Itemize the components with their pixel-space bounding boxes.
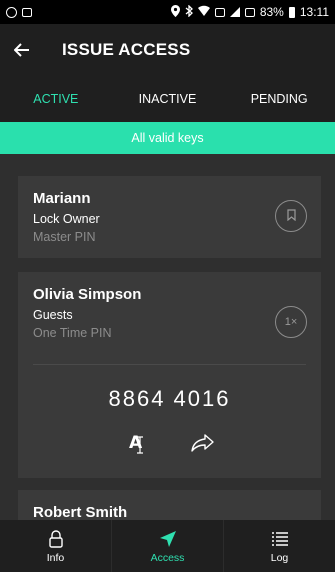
key-holder-role: Guests: [33, 308, 73, 322]
status-bar: 83% 13:11: [0, 0, 335, 24]
divider: [33, 364, 306, 365]
message-icon: [22, 7, 32, 17]
key-holder-name: Olivia Simpson: [33, 286, 142, 303]
pin-code: 8864 4016: [108, 386, 231, 411]
pin-type: One Time PIN: [33, 326, 112, 340]
tab-bar: ACTIVE INACTIVE PENDING: [0, 76, 335, 122]
usage-count: 1×: [284, 316, 298, 328]
signal-2-icon: [244, 7, 255, 17]
bookmark-icon: [286, 208, 296, 224]
usage-count-badge[interactable]: 1×: [275, 306, 307, 338]
battery-icon: [288, 6, 295, 18]
share-icon[interactable]: [190, 430, 216, 456]
pin-type: Master PIN: [33, 230, 96, 244]
filter-banner: All valid keys: [0, 122, 335, 154]
whatsapp-icon: [6, 6, 17, 18]
nav-info[interactable]: Info: [0, 520, 111, 572]
key-holder-name: Robert Smith: [33, 504, 128, 521]
sim-icon: [214, 7, 225, 17]
list-icon: [271, 529, 288, 549]
tab-pending[interactable]: PENDING: [223, 92, 335, 106]
location-icon: [170, 4, 180, 20]
tab-inactive[interactable]: INACTIVE: [112, 92, 224, 106]
app-bar: ISSUE ACCESS: [0, 24, 335, 76]
nav-label: Log: [270, 551, 289, 564]
key-card-mariann[interactable]: Mariann Lock Owner Master PIN: [18, 176, 321, 258]
key-holder-role: Lock Owner: [33, 212, 100, 226]
bookmark-button[interactable]: [275, 200, 307, 232]
page-title: ISSUE ACCESS: [62, 40, 191, 59]
bottom-navigation: Info Access Log: [0, 520, 335, 572]
key-holder-name: Mariann: [33, 190, 91, 207]
bluetooth-icon: [185, 3, 193, 20]
key-card-olivia-simpson[interactable]: Olivia Simpson Guests One Time PIN 1× 88…: [18, 272, 321, 478]
nav-log[interactable]: Log: [224, 520, 335, 572]
lock-icon: [48, 529, 63, 549]
send-icon: [159, 529, 177, 549]
nav-label: Access: [150, 551, 185, 564]
nav-access[interactable]: Access: [111, 520, 224, 572]
svg-text:A: A: [129, 433, 143, 453]
card-actions: A: [18, 430, 321, 456]
wifi-icon: [197, 5, 210, 19]
battery-level: 83%: [259, 5, 284, 19]
back-arrow-icon[interactable]: [13, 39, 40, 61]
banner-text: All valid keys: [131, 131, 204, 145]
signal-icon: [229, 7, 240, 17]
clock: 13:11: [299, 5, 329, 19]
nav-label: Info: [46, 551, 65, 564]
text-format-icon[interactable]: A: [124, 430, 150, 456]
tab-active[interactable]: ACTIVE: [0, 92, 112, 106]
